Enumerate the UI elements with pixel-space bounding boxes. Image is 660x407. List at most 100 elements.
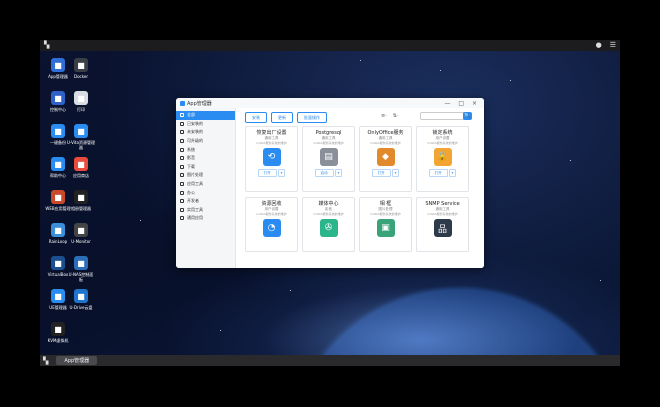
category-icon	[180, 199, 184, 204]
top-bar: ▚ ● ☰	[40, 40, 620, 51]
sidebar-item-label: 可升级的	[187, 138, 203, 144]
app-manager-icon	[180, 100, 185, 106]
sidebar-item-label: 系统	[187, 146, 195, 152]
sidebar: 全部 已安装的未安装的可升级的系统影音下载图片处理应用工具 办公开发者实用工具通用应…	[176, 108, 236, 268]
sidebar-item[interactable]: 应用工具	[176, 180, 235, 189]
app-card[interactable]: Postgresql 通用工具 U-NAS服务系统的维护 ▤ 启动 ▾	[302, 126, 355, 192]
desktop-icon-label: U-Vita资源管理器	[67, 140, 95, 150]
sidebar-item-label: 通用应用	[187, 215, 203, 221]
app-card[interactable]: 媒体中心 影音 U-NAS服务系统的维护 ✇	[302, 197, 355, 252]
tab-batch[interactable]: 批量操作	[297, 112, 327, 123]
app-description: U-NAS服务系统的维护	[313, 212, 344, 216]
taskbar-item-app-manager[interactable]: App管理器	[56, 356, 98, 365]
sidebar-item[interactable]: 系统	[176, 145, 235, 154]
app-action-button[interactable]: 启动	[314, 169, 334, 177]
category-icon	[180, 216, 184, 221]
sidebar-item[interactable]: 未安装的	[176, 128, 235, 137]
sidebar-item-label: 实用工具	[187, 206, 203, 212]
desktop-icon[interactable]: ■ 打印	[67, 91, 95, 112]
sidebar-item[interactable]: 通用应用	[176, 214, 235, 223]
desktop-icon[interactable]: ■ U-NAS控制面板	[67, 256, 95, 282]
sidebar-item[interactable]: 实用工具	[176, 206, 235, 215]
sidebar-item[interactable]: 已安装的	[176, 120, 235, 129]
user-icon[interactable]: ●	[596, 40, 602, 51]
list-icon[interactable]: ☰	[610, 40, 616, 51]
app-description: U-NAS服务系统的维护	[427, 212, 458, 216]
sidebar-item-label: 图片处理	[187, 172, 203, 178]
desktop-icon-label: 应用商店	[73, 173, 89, 178]
virtualbox-icon: ■	[51, 256, 65, 270]
recycle-icon: ◔	[262, 219, 281, 237]
search-icon[interactable]: 🔍	[463, 112, 472, 120]
category-icon	[180, 139, 184, 144]
sidebar-item-label: 开发者	[187, 198, 199, 204]
sidebar-item[interactable]: 下载	[176, 163, 235, 172]
desktop-icon-label: U-Monitor	[71, 239, 91, 244]
snmp-icon: 品	[433, 219, 452, 237]
sidebar-item-label: 影音	[187, 155, 195, 161]
taskbar: ▚ App管理器	[40, 355, 620, 366]
app-action-button[interactable]: 打开	[371, 169, 391, 177]
desktop-icon[interactable]: ■ U-Drive云盘	[67, 289, 95, 310]
sort-icon[interactable]: ≡·	[381, 113, 387, 119]
chevron-down-icon[interactable]: ▾	[277, 169, 286, 177]
desktop-icon[interactable]: ■ 相册管理器	[67, 190, 95, 211]
desktop-icon[interactable]: ■ 应用商店	[67, 157, 95, 178]
sidebar-item-label: 办公	[187, 189, 195, 195]
lock-icon: 🔒	[433, 148, 452, 166]
sidebar-item[interactable]: 可升级的	[176, 137, 235, 146]
chevron-down-icon[interactable]: ▾	[391, 169, 400, 177]
chevron-down-icon[interactable]: ▾	[334, 169, 343, 177]
app-description: U-NAS服务系统的维护	[370, 212, 401, 216]
app-card[interactable]: 相 框图片处理 U-NAS服务系统的维护 ▣	[359, 197, 412, 252]
app-card[interactable]: 资源回收 用户设置 U-NAS服务系统的维护 ◔	[245, 197, 298, 252]
desktop-icon[interactable]: ■ KVM虚拟机	[44, 322, 72, 343]
app-card[interactable]: 恢复出厂设置 通用工具 U-NAS服务系统的维护 ⟲ 打开 ▾	[245, 126, 298, 192]
desktop-icon-label: 打印	[77, 107, 85, 112]
window-titlebar[interactable]: App管理器 — □ ×	[176, 98, 484, 108]
category-icon	[180, 164, 184, 169]
sidebar-item-label: 未安装的	[187, 129, 203, 135]
kvm-icon: ■	[51, 322, 65, 336]
category-icon	[180, 173, 184, 178]
sidebar-item-label: 下载	[187, 163, 195, 169]
app-description: U-NAS服务系统的维护	[370, 141, 401, 145]
sidebar-item[interactable]: 图片处理	[176, 171, 235, 180]
sidebar-item[interactable]: 影音	[176, 154, 235, 163]
sidebar-item[interactable]: 开发者	[176, 197, 235, 206]
photo-frame-icon: ▣	[376, 219, 395, 237]
category-icon	[180, 156, 184, 161]
start-icon[interactable]: ▚	[43, 357, 48, 365]
order-icon[interactable]: ⇅·	[393, 113, 399, 119]
control-center-icon: ■	[51, 91, 65, 105]
window-controls[interactable]: — □ ×	[444, 100, 480, 107]
app-store-icon: ■	[51, 58, 65, 72]
app-action-button[interactable]: 打开	[257, 169, 277, 177]
panel-icon: ■	[74, 256, 88, 270]
sidebar-item-label: 已安装的	[187, 120, 203, 126]
desktop-icon[interactable]: ■ U-Vita资源管理器	[67, 124, 95, 150]
desktop-icon-label: U-Drive云盘	[69, 305, 93, 310]
app-action-button[interactable]: 打开	[428, 169, 448, 177]
desktop-icon-label: KVM虚拟机	[47, 338, 69, 343]
desktop-icon[interactable]: ■ U-Monitor	[67, 223, 95, 244]
sidebar-item[interactable]: 全部	[176, 111, 235, 120]
factory-reset-icon: ⟲	[262, 148, 281, 166]
photos-icon: ■	[74, 190, 88, 204]
apps-grid-icon[interactable]: ▚	[44, 40, 49, 51]
tab-install[interactable]: 安装	[245, 112, 267, 123]
app-card[interactable]: OnlyOffice服务 通用工具 U-NAS服务系统的维护 ◆ 打开 ▾	[359, 126, 412, 192]
desktop-icon-label: 相册管理器	[71, 206, 91, 211]
window-title: App管理器	[187, 100, 212, 107]
sidebar-item[interactable]: 办公	[176, 188, 235, 197]
app-card[interactable]: 锁定系统 用户设置 U-NAS服务系统的维护 🔒 打开 ▾	[416, 126, 469, 192]
tab-bar: 安装 更新 批量操作	[245, 112, 327, 123]
app-card[interactable]: SNMP Service 通用工具 U-NAS服务系统的维护品	[416, 197, 469, 252]
store-icon: ■	[74, 157, 88, 171]
desktop-icon[interactable]: ■ Docker	[67, 58, 95, 79]
category-icon	[180, 113, 184, 118]
chevron-down-icon[interactable]: ▾	[448, 169, 457, 177]
category-icon	[180, 121, 184, 126]
main-panel: 安装 更新 批量操作 ≡· ⇅· 🔍 恢复出厂设置 通用工具 U-NAS服务系统的维…	[237, 108, 484, 268]
tab-update[interactable]: 更新	[271, 112, 293, 123]
